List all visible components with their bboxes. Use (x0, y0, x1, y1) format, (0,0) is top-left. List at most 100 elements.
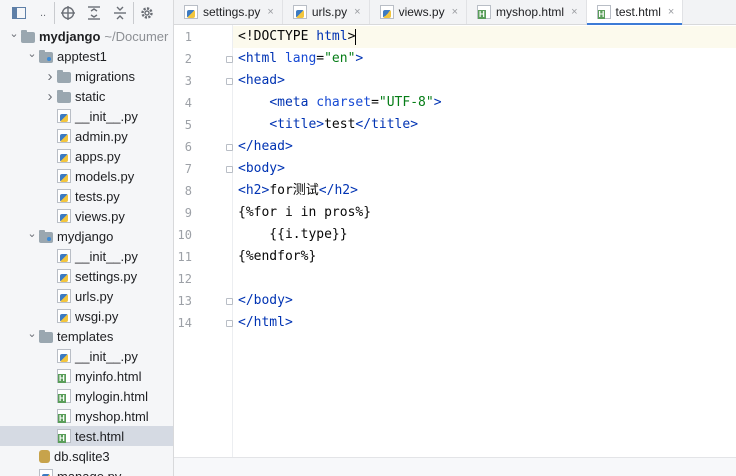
editor-tab[interactable]: myshop.html × (467, 0, 587, 24)
code-token: charset (316, 95, 372, 110)
close-icon[interactable]: × (452, 6, 458, 18)
tab-label: views.py (398, 5, 445, 19)
html-file-icon (477, 5, 492, 19)
tree-item[interactable]: mylogin.html (0, 386, 173, 406)
code-line[interactable]: {%endfor%} (238, 246, 316, 268)
code-token: > (355, 51, 364, 66)
code-line[interactable]: <meta charset="UTF-8"> (238, 92, 441, 114)
tree-item[interactable]: tests.py (0, 186, 173, 206)
text-caret (355, 28, 357, 45)
line-number-gutter: 1 2 3 4 5 6 7 8 9 10 11 12 13 14 (174, 25, 233, 476)
fold-marker-icon[interactable] (226, 320, 233, 327)
tree-item[interactable]: manage.py (0, 466, 173, 476)
tree-item[interactable]: ⌄ apptest1 (0, 46, 173, 66)
code-line[interactable]: </html> (238, 312, 293, 334)
code-line[interactable]: <h2>for测试</h2> (238, 180, 358, 202)
fold-marker-icon[interactable] (226, 298, 233, 305)
code-token: {%for i in pros%} (238, 205, 372, 220)
chevron-right-icon[interactable]: › (43, 68, 57, 85)
tree-item[interactable]: ⌄ mydjango ~/Documer (0, 26, 173, 46)
close-icon[interactable]: × (354, 6, 360, 18)
tree-item-label: __init__.py (75, 348, 138, 364)
code-line[interactable]: </head> (238, 136, 293, 158)
collapse-all-icon[interactable] (107, 1, 134, 24)
code-token: </h2> (318, 183, 358, 198)
tree-item-label: urls.py (75, 288, 114, 304)
code-line[interactable]: {%for i in pros%} (238, 202, 371, 224)
editor-tabs: settings.py×urls.py×views.py×myshop.html… (174, 0, 736, 25)
code-line[interactable]: <!DOCTYPE html> (233, 26, 736, 48)
python-file-icon (57, 289, 71, 303)
fold-marker-icon[interactable] (226, 166, 233, 173)
tree-item[interactable]: › migrations (0, 66, 173, 86)
project-view-icon[interactable] (6, 2, 32, 24)
editor-tab[interactable]: urls.py × (283, 0, 370, 24)
chevron-down-icon[interactable]: ⌄ (25, 327, 39, 340)
crosshair-icon[interactable] (55, 2, 81, 24)
code-line[interactable]: <body> (238, 158, 285, 180)
expand-all-icon[interactable] (81, 2, 107, 24)
python-file-icon (57, 249, 71, 263)
code-line[interactable]: <html lang="en"> (238, 48, 363, 70)
code-token: = (371, 95, 379, 110)
tree-item[interactable]: ⌄ templates (0, 326, 173, 346)
gear-icon[interactable] (134, 2, 160, 24)
tree-item[interactable]: test.html (0, 426, 173, 446)
tree-item[interactable]: apps.py (0, 146, 173, 166)
project-path: ~/Documer (104, 28, 169, 44)
fold-marker-icon[interactable] (226, 144, 233, 151)
python-file-icon (57, 209, 71, 223)
editor-tab[interactable]: settings.py × (174, 0, 283, 24)
code-token: <body> (238, 161, 285, 176)
tab-label: urls.py (311, 5, 348, 19)
tree-item[interactable]: __init__.py (0, 246, 173, 266)
tree-item[interactable]: urls.py (0, 286, 173, 306)
code-editor[interactable]: <!DOCTYPE html> <html lang="en"> <head> <m… (226, 25, 736, 476)
tree-item-label: test.html (75, 428, 125, 444)
chevron-down-icon[interactable]: ⌄ (25, 227, 39, 240)
editor-tab[interactable]: views.py × (370, 0, 468, 24)
tree-item[interactable]: myshop.html (0, 406, 173, 426)
chevron-down-icon[interactable]: ⌄ (7, 27, 21, 40)
code-token: <meta (269, 95, 317, 110)
tree-item[interactable]: ⌄ mydjango (0, 226, 173, 246)
code-line[interactable]: <head> (238, 70, 285, 92)
tree-item[interactable]: wsgi.py (0, 306, 173, 326)
tree-item[interactable]: views.py (0, 206, 173, 226)
close-icon[interactable]: × (668, 6, 674, 18)
tree-item-label: myshop.html (75, 408, 149, 424)
tree-item[interactable]: settings.py (0, 266, 173, 286)
close-icon[interactable]: × (267, 6, 273, 18)
code-line[interactable]: {{i.type}} (238, 224, 347, 246)
project-view-dropdown[interactable]: .. (32, 1, 55, 24)
tree-item[interactable]: __init__.py (0, 106, 173, 126)
code-token: <h2> (238, 183, 270, 198)
fold-marker-icon[interactable] (226, 56, 233, 63)
tree-item-label: mylogin.html (75, 388, 148, 404)
tree-item[interactable]: › static (0, 86, 173, 106)
tree-item-label: tests.py (75, 188, 120, 204)
fold-marker-icon[interactable] (226, 78, 233, 85)
code-token: test (324, 117, 356, 132)
chevron-right-icon[interactable]: › (43, 88, 57, 105)
tree-item[interactable]: myinfo.html (0, 366, 173, 386)
code-line[interactable]: <title>test</title> (238, 114, 418, 136)
editor-tab[interactable]: test.html × (586, 0, 684, 25)
database-file-icon (39, 449, 50, 463)
tab-label: myshop.html (496, 5, 565, 19)
tree-item[interactable]: admin.py (0, 126, 173, 146)
tree-item[interactable]: __init__.py (0, 346, 173, 366)
project-toolbar: .. (0, 0, 173, 25)
python-file-icon (57, 189, 71, 203)
chevron-down-icon[interactable]: ⌄ (25, 47, 39, 60)
tree-item[interactable]: db.sqlite3 (0, 446, 173, 466)
code-line[interactable]: </body> (238, 290, 293, 312)
code-token: <title> (269, 117, 325, 132)
close-icon[interactable]: × (571, 6, 577, 18)
code-token: "en" (324, 51, 356, 66)
tree-item[interactable]: models.py (0, 166, 173, 186)
tree-item-label: db.sqlite3 (54, 448, 110, 464)
line-number: 8 (184, 184, 192, 198)
